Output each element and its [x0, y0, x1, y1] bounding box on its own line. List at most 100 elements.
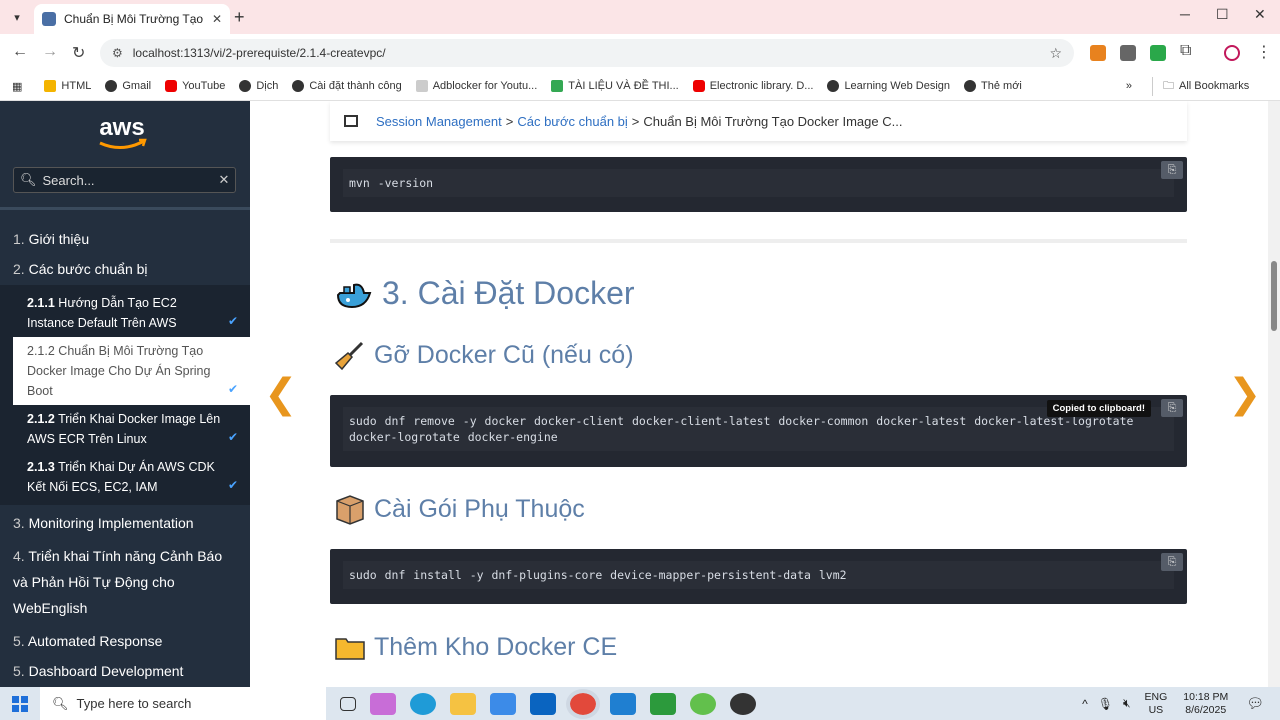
- sidebar: aws 🔍︎ ✕ 1. Giới thiệu 2. Các bước chuẩn…: [0, 101, 250, 687]
- url-text[interactable]: localhost:1313/vi/2-prerequiste/2.1.4-cr…: [133, 46, 1050, 60]
- clear-search-icon[interactable]: ✕: [219, 172, 230, 188]
- language-indicator[interactable]: ENG US: [1145, 691, 1168, 717]
- prev-page-arrow-icon[interactable]: ❮: [264, 371, 298, 417]
- edge-icon[interactable]: [410, 692, 436, 715]
- tab-bar: ▾ Chuẩn Bị Môi Trường Tạo Docker ✕ + ─ ☐…: [0, 0, 1280, 34]
- bookmark-the-moi[interactable]: Thẻ mới: [964, 80, 1022, 92]
- excel-icon[interactable]: [650, 692, 676, 715]
- address-bar[interactable]: ⚙ localhost:1313/vi/2-prerequiste/2.1.4-…: [100, 39, 1074, 67]
- bookmark-cai-dat[interactable]: Cài đặt thành công: [292, 80, 402, 92]
- profile-avatar-icon[interactable]: [1224, 45, 1240, 61]
- cube-extension-icon[interactable]: [1120, 45, 1136, 61]
- code-text[interactable]: sudo dnf install -y dnf-plugins-core dev…: [343, 561, 1174, 589]
- extensions-icon[interactable]: ⧉: [1180, 42, 1191, 60]
- store-icon[interactable]: [490, 692, 516, 715]
- search-icon: 🔍︎: [52, 695, 69, 711]
- check-icon: ✔: [227, 478, 238, 492]
- sidebar-subitem-2-1-3[interactable]: 2.1.3 Triển Khai Dự Án AWS CDK Kết Nối E…: [0, 453, 250, 501]
- svg-text:aws: aws: [99, 114, 144, 141]
- subheading-cai-goi: Cài Gói Phụ Thuộc: [334, 493, 585, 525]
- folder-icon: 🗀: [1163, 79, 1174, 92]
- search-input[interactable]: [42, 172, 219, 188]
- close-tab-icon[interactable]: ✕: [212, 12, 222, 26]
- chrome-menu-icon[interactable]: ⋮: [1256, 42, 1272, 62]
- copy-icon[interactable]: ⎘: [1161, 399, 1183, 417]
- new-tab-button[interactable]: +: [234, 7, 245, 28]
- sidebar-search[interactable]: 🔍︎ ✕: [13, 167, 236, 193]
- forward-button[interactable]: →: [42, 43, 58, 61]
- metamask-extension-icon[interactable]: [1090, 45, 1106, 61]
- next-page-arrow-icon[interactable]: ❯: [1228, 371, 1262, 417]
- aws-logo[interactable]: aws: [92, 113, 152, 153]
- breadcrumb-session-management[interactable]: Session Management: [376, 114, 502, 129]
- windows-start-icon[interactable]: [0, 687, 40, 720]
- bookmark-adblocker[interactable]: Adblocker for Youtu...: [415, 80, 537, 92]
- sidebar-subitem-2-1-2-active[interactable]: 2.1.2 Chuẩn Bị Môi Trường Tạo Docker Ima…: [13, 337, 250, 405]
- reload-button[interactable]: ↻: [72, 43, 85, 63]
- bookmark-electronic-library[interactable]: Electronic library. D...: [692, 80, 813, 92]
- more-bookmarks-icon[interactable]: »: [1126, 80, 1132, 92]
- breadcrumb-cac-buoc[interactable]: Các bước chuẩn bị: [517, 114, 627, 129]
- windows-taskbar: 🔍︎ Type here to search ^ 🎙︎ 🔇︎ ENG US 10…: [0, 687, 1280, 720]
- site-info-icon[interactable]: ⚙: [112, 46, 123, 60]
- sidebar-item-monitoring[interactable]: 3. Monitoring Implementation: [0, 509, 250, 539]
- all-bookmarks[interactable]: 🗀 All Bookmarks: [1152, 76, 1249, 96]
- page-scrollbar[interactable]: [1268, 101, 1280, 687]
- green-extension-icon[interactable]: [1150, 45, 1166, 61]
- maximize-icon[interactable]: ☐: [1216, 6, 1229, 23]
- copilot-icon[interactable]: [370, 692, 396, 715]
- copy-icon[interactable]: ⎘: [1161, 161, 1183, 179]
- drive-icon: [551, 80, 564, 92]
- apps-grid-icon[interactable]: ▦: [12, 80, 22, 93]
- taskbar-search[interactable]: 🔍︎ Type here to search: [40, 687, 326, 720]
- globe-icon: [292, 80, 305, 92]
- sidebar-item-canh-bao[interactable]: 4. Triển khai Tính năng Cảnh Báo và Phản…: [0, 539, 250, 627]
- sidebar-item-automated-response[interactable]: 5. Automated Response: [0, 627, 250, 657]
- bookmark-tai-lieu[interactable]: TÀI LIỆU VÀ ĐỀ THI...: [551, 80, 679, 92]
- section-divider: [330, 239, 1187, 243]
- volume-muted-icon[interactable]: 🔇︎: [1123, 696, 1131, 711]
- section-heading-docker: 3. Cài Đặt Docker: [334, 273, 635, 313]
- bookmark-learning-web[interactable]: Learning Web Design: [827, 80, 950, 92]
- breadcrumb-current: Chuẩn Bị Môi Trường Tạo Docker Image C..…: [643, 113, 903, 129]
- folder-icon: [335, 638, 365, 660]
- page-icon: [415, 80, 428, 92]
- task-view-icon[interactable]: [340, 696, 356, 711]
- bookmark-html[interactable]: HTML: [44, 80, 91, 92]
- breadcrumb: Session Management > Các bước chuẩn bị >…: [330, 101, 1187, 141]
- active-tab[interactable]: Chuẩn Bị Môi Trường Tạo Docker ✕: [34, 4, 230, 34]
- close-window-icon[interactable]: ✕: [1254, 6, 1266, 23]
- outlook-icon[interactable]: [530, 692, 556, 715]
- clock[interactable]: 10:18 PM 8/6/2025: [1183, 691, 1228, 717]
- tab-search-icon[interactable]: ▾: [6, 7, 28, 27]
- toc-icon[interactable]: [344, 115, 358, 127]
- notifications-icon[interactable]: 💬︎: [1246, 695, 1264, 712]
- file-explorer-icon[interactable]: [450, 692, 476, 715]
- microphone-icon[interactable]: 🎙︎: [1098, 697, 1113, 711]
- bookmark-gmail[interactable]: Gmail: [105, 80, 151, 92]
- bookmark-dich[interactable]: Dịch: [239, 80, 278, 92]
- sidebar-item-gioi-thieu[interactable]: 1. Giới thiệu: [0, 225, 250, 255]
- sidebar-item-cac-buoc-chuan-bi[interactable]: 2. Các bước chuẩn bị: [0, 255, 250, 285]
- code-block-remove: Copied to clipboard! ⎘ sudo dnf remove -…: [330, 395, 1187, 467]
- code-block-mvn: ⎘ mvn -version: [330, 157, 1187, 212]
- sidebar-submenu: 2.1.1 Hướng Dẫn Tạo EC2 Instance Default…: [0, 285, 250, 505]
- scrollbar-thumb[interactable]: [1271, 261, 1277, 331]
- back-button[interactable]: ←: [12, 43, 28, 61]
- show-hidden-icons-icon[interactable]: ^: [1082, 697, 1088, 711]
- main-content: Session Management > Các bước chuẩn bị >…: [250, 101, 1268, 687]
- app-green-icon[interactable]: [690, 692, 716, 715]
- vscode-icon[interactable]: [610, 692, 636, 715]
- sidebar-item-dashboard[interactable]: 5. Dashboard Development: [0, 657, 250, 687]
- copy-icon[interactable]: ⎘: [1161, 553, 1183, 571]
- sidebar-subitem-2-1-1[interactable]: 2.1.1 Hướng Dẫn Tạo EC2 Instance Default…: [0, 289, 250, 337]
- minimize-icon[interactable]: ─: [1180, 6, 1190, 22]
- bookmark-youtube[interactable]: YouTube: [165, 80, 225, 92]
- globe-icon: [827, 80, 840, 92]
- copied-tooltip: Copied to clipboard!: [1046, 400, 1151, 417]
- chrome-icon[interactable]: [566, 688, 600, 719]
- sidebar-subitem-2-1-2-ecr[interactable]: 2.1.2 Triển Khai Docker Image Lên AWS EC…: [0, 405, 250, 453]
- obs-icon[interactable]: [730, 692, 756, 715]
- bookmark-star-icon[interactable]: ☆: [1049, 45, 1062, 62]
- code-text[interactable]: mvn -version: [343, 169, 1174, 197]
